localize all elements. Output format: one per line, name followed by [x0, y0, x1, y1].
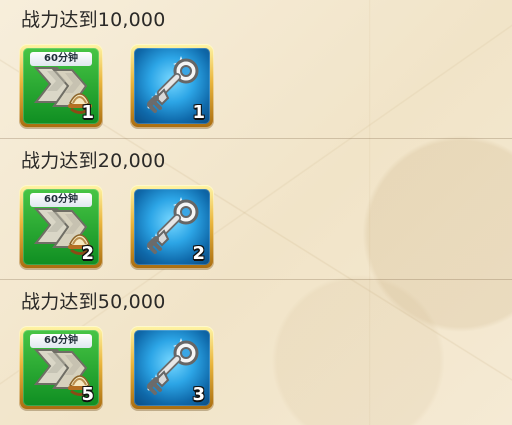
milestone-title: 战力达到20,000: [21, 150, 166, 172]
reward-speedup-panel: 60分钟 2: [23, 189, 99, 265]
reward-count: 2: [192, 243, 205, 264]
milestone-section-10000: 战力达到10,000 60分钟 1 1: [0, 0, 512, 141]
reward-silver-key[interactable]: 1: [130, 44, 214, 128]
reward-silver-key[interactable]: 3: [130, 326, 214, 410]
reward-silver-key[interactable]: 2: [130, 185, 214, 269]
milestone-title: 战力达到10,000: [21, 9, 166, 31]
reward-count: 5: [81, 384, 94, 405]
reward-speedup-panel: 60分钟 5: [23, 330, 99, 406]
section-divider: [0, 138, 512, 139]
reward-key-panel: 1: [134, 48, 210, 124]
milestone-title: 战力达到50,000: [21, 291, 166, 313]
reward-speedup-60m[interactable]: 60分钟 1: [19, 44, 103, 128]
milestone-section-50000: 战力达到50,000 60分钟 5 3: [0, 282, 512, 423]
reward-speedup-60m[interactable]: 60分钟 2: [19, 185, 103, 269]
reward-count: 1: [192, 102, 205, 123]
reward-count: 2: [81, 243, 94, 264]
reward-key-panel: 2: [134, 189, 210, 265]
reward-count: 1: [81, 102, 94, 123]
reward-count: 3: [192, 384, 205, 405]
milestone-section-20000: 战力达到20,000 60分钟 2 2: [0, 141, 512, 282]
power-milestone-list: 战力达到10,000 60分钟 1 1 战力达到20,000 60分钟 2 2 …: [0, 0, 512, 425]
reward-key-panel: 3: [134, 330, 210, 406]
section-divider: [0, 279, 512, 280]
reward-speedup-60m[interactable]: 60分钟 5: [19, 326, 103, 410]
reward-speedup-panel: 60分钟 1: [23, 48, 99, 124]
